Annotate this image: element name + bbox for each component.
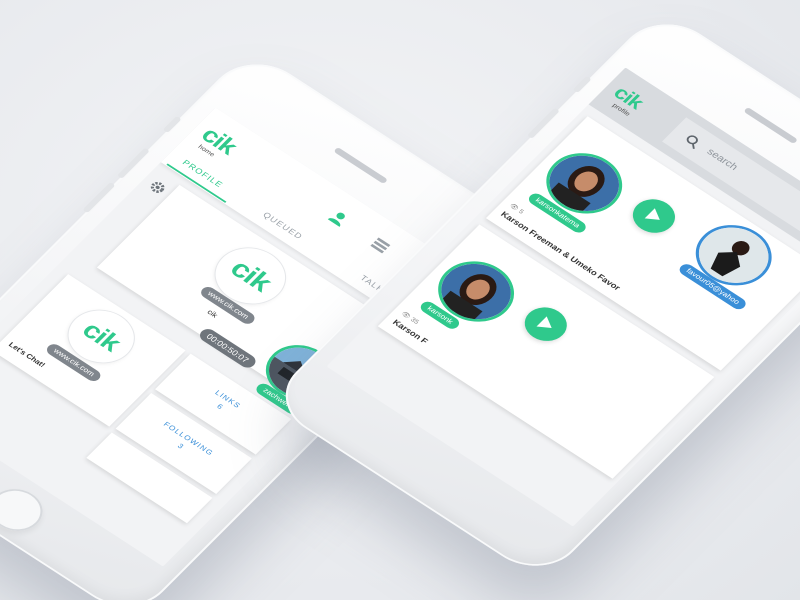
search-field-icon <box>686 135 698 149</box>
views-count-value: 5 <box>516 208 525 216</box>
identity-tagline: Let's Chat! <box>6 340 47 369</box>
volume-up-button-right <box>526 107 560 139</box>
play-icon <box>644 208 660 220</box>
search-placeholder: search <box>704 146 740 173</box>
profile-avatar-logo: cik <box>223 254 278 297</box>
stack-icon[interactable] <box>367 235 394 256</box>
profile-name: cik <box>205 308 220 320</box>
play-icon-2 <box>536 316 552 328</box>
tab-profile[interactable]: PROFILE <box>181 158 226 189</box>
tab-queued[interactable]: QUEUED <box>261 210 305 241</box>
play-button-2[interactable] <box>516 300 576 348</box>
views-count-2-value: 35 <box>408 316 420 326</box>
speaker-grille <box>333 146 389 185</box>
volume-up-button <box>116 147 150 179</box>
mute-switch-right <box>572 75 592 94</box>
mockup-stage: cik home PROFILE QUEUED TALKS cik www.ci… <box>0 0 800 600</box>
person-icon[interactable] <box>325 207 352 228</box>
right-screen: cik profile search karsonkatema favour05… <box>326 67 800 527</box>
app-logo[interactable]: cik <box>195 122 243 160</box>
match-photo-right[interactable] <box>680 212 787 298</box>
speaker-grille-right <box>743 106 799 145</box>
gear-icon[interactable] <box>146 178 170 197</box>
mute-switch <box>162 115 182 134</box>
identity-avatar-logo: cik <box>76 316 127 356</box>
volume-down-button <box>82 181 116 214</box>
play-button[interactable] <box>624 192 684 240</box>
